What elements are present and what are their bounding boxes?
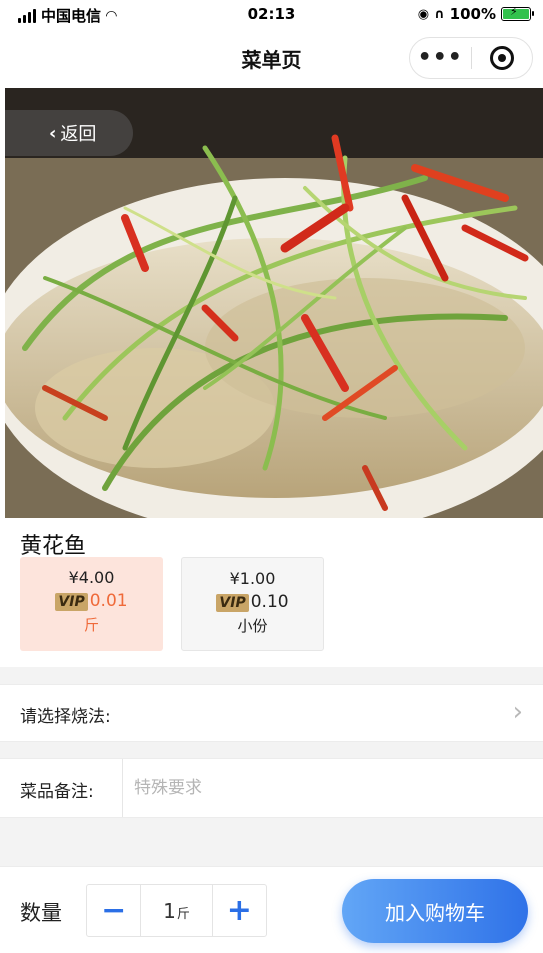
quantity-value: 1斤 (140, 885, 213, 936)
chevron-right-icon: › (512, 697, 523, 727)
spec-price: ¥4.00 (68, 568, 115, 587)
spec-price: ¥1.00 (229, 569, 276, 588)
spec-option[interactable]: ¥1.00 VIP 0.10 小份 (181, 557, 324, 651)
spec-unit: 小份 (237, 617, 268, 635)
add-to-cart-button[interactable]: 加入购物车 (342, 879, 528, 943)
section-divider (0, 742, 543, 758)
vip-badge: VIP (55, 593, 88, 611)
back-button[interactable]: ‹ 返回 (5, 110, 133, 156)
dish-image: ‹ 返回 (5, 88, 543, 518)
spec-vip-price: 0.10 (250, 592, 289, 612)
cooking-method-row[interactable]: 请选择烧法: › (0, 684, 543, 742)
status-bar: 中国电信 ◠ 02:13 ◉ ∩ 100% ⚡ (0, 0, 543, 30)
spec-vip-row: VIP 0.10 (182, 590, 323, 614)
quantity-label: 数量 (20, 901, 62, 925)
nav-bar: 菜单页 ••• (0, 30, 543, 88)
quantity-stepper: − 1斤 + (86, 884, 267, 937)
quantity-number: 1 (163, 898, 176, 923)
bottom-bar: 数量 − 1斤 + 加入购物车 (0, 866, 543, 953)
miniprogram-capsule: ••• (409, 37, 533, 79)
dish-note-label: 菜品备注: (20, 782, 94, 802)
cooking-method-label: 请选择烧法: (20, 707, 111, 727)
vip-badge: VIP (216, 594, 249, 612)
target-close-icon[interactable] (471, 46, 532, 70)
quantity-unit: 斤 (176, 907, 190, 922)
headphones-icon: ∩ (434, 6, 445, 22)
orientation-lock-icon: ◉ (417, 6, 430, 22)
battery-percent: 100% (449, 5, 496, 23)
back-label: 返回 (60, 124, 97, 145)
dish-note-row: 菜品备注: (0, 758, 543, 818)
battery-icon: ⚡ (501, 5, 534, 21)
spec-option-selected[interactable]: ¥4.00 VIP 0.01 斤 (20, 557, 163, 651)
dish-name: 黄花鱼 (20, 534, 87, 559)
status-right: ◉ ∩ 100% ⚡ (417, 5, 534, 23)
more-dots-icon[interactable]: ••• (410, 37, 471, 79)
spec-vip-price: 0.01 (89, 591, 128, 611)
spec-unit: 斤 (83, 616, 99, 634)
minus-button[interactable]: − (87, 885, 140, 936)
section-divider (0, 667, 543, 684)
section-divider (0, 818, 543, 866)
note-divider (122, 759, 123, 817)
dish-note-input[interactable] (134, 773, 514, 803)
spec-vip-row: VIP 0.01 (20, 589, 163, 613)
plus-button[interactable]: + (213, 885, 266, 936)
chevron-left-icon: ‹ (49, 122, 57, 144)
